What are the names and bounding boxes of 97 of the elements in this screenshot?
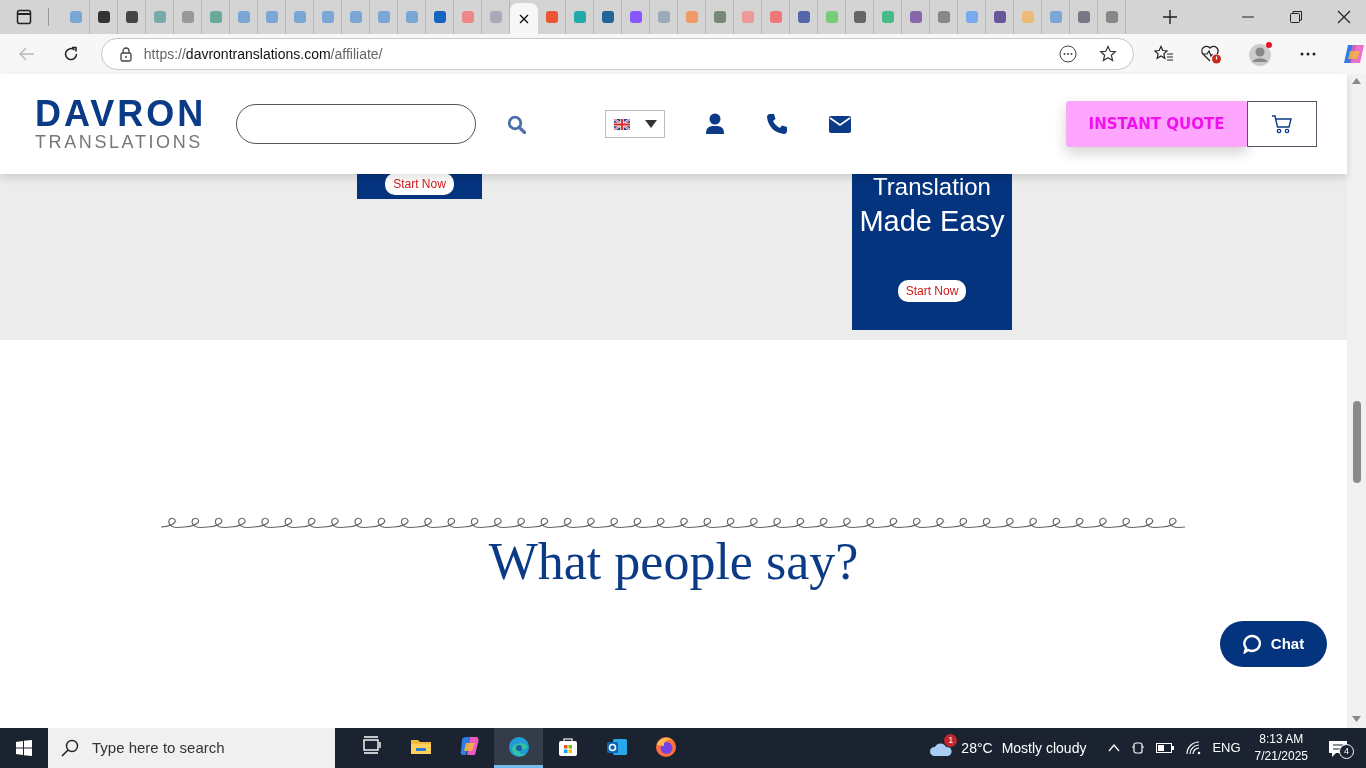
- site-favicon-icon: [208, 10, 223, 24]
- star-icon[interactable]: [1099, 45, 1117, 63]
- site-favicon-icon: [348, 10, 363, 24]
- site-favicon-icon: [936, 10, 951, 24]
- banner-text: Translation: [873, 172, 991, 202]
- favorites-icon[interactable]: [1154, 45, 1174, 63]
- new-tab-icon[interactable]: [1163, 10, 1177, 24]
- site-favicon-icon: [376, 10, 391, 24]
- battery-icon[interactable]: [1156, 743, 1175, 753]
- site-favicon-icon: [488, 10, 503, 24]
- search-icon: [61, 739, 79, 757]
- user-icon[interactable]: [705, 113, 726, 135]
- copilot-icon: [458, 735, 481, 758]
- browser-icon: [507, 735, 530, 758]
- site-favicon-icon: [320, 10, 335, 24]
- site-favicon-icon: [1076, 10, 1091, 24]
- site-favicon-icon: [992, 10, 1007, 24]
- banner-text: Made Easy: [859, 204, 1005, 239]
- envelope-icon[interactable]: [829, 115, 852, 133]
- promo-banner[interactable]: Start Now: [357, 174, 482, 199]
- scroll-down-icon[interactable]: [1352, 716, 1361, 722]
- site-favicon-icon: [404, 10, 419, 24]
- notification-count: 1: [944, 733, 958, 747]
- site-favicon-icon: [740, 10, 755, 24]
- promo-banner[interactable]: Translation Made Easy Start Now: [852, 174, 1012, 330]
- chevron-up-icon[interactable]: [1108, 744, 1121, 752]
- site-favicon-icon: [544, 10, 559, 24]
- site-favicon-icon: [1020, 10, 1035, 24]
- site-favicon-icon: [908, 10, 923, 24]
- caret-icon: [644, 119, 657, 129]
- lock-icon: [119, 46, 132, 62]
- site-favicon-icon: [768, 10, 783, 24]
- url-text: https://davrontranslations.com/affiliate/: [143, 44, 383, 64]
- panel-icon[interactable]: [16, 9, 32, 25]
- site-favicon-icon: [880, 10, 895, 24]
- store-bag-icon: [556, 735, 579, 758]
- start-now-button[interactable]: Start Now: [897, 280, 967, 302]
- site-favicon-icon: [180, 10, 195, 24]
- weather-temperature: 28°C: [961, 738, 993, 758]
- address-bar[interactable]: https://davrontranslations.com/affiliate/: [100, 38, 1134, 70]
- windows-logo-icon: [16, 740, 32, 756]
- start-now-button[interactable]: Start Now: [385, 173, 454, 195]
- section-heading: What people say?: [488, 532, 859, 592]
- language-dropdown[interactable]: [605, 110, 666, 138]
- clock-time[interactable]: 8:13 AM: [1259, 731, 1304, 748]
- site-favicon-icon: [572, 10, 587, 24]
- site-favicon-icon: [124, 10, 139, 24]
- back-arrow-icon: [18, 47, 35, 61]
- profile-avatar-icon[interactable]: [1248, 41, 1274, 67]
- site-favicon-icon: [152, 10, 167, 24]
- more-options-icon[interactable]: [1059, 45, 1077, 63]
- heart-pulse-icon[interactable]: [1200, 44, 1222, 64]
- taskbar-search-field[interactable]: Type here to search: [48, 728, 335, 768]
- speech-bubble-icon: [1242, 634, 1263, 655]
- weather-condition: Mostly cloudy: [1001, 738, 1087, 758]
- site-favicon-icon: [68, 10, 83, 24]
- more-icon[interactable]: [1300, 52, 1316, 56]
- site-favicon-icon: [1048, 10, 1063, 24]
- restore-icon[interactable]: [1289, 10, 1303, 24]
- wifi-icon[interactable]: [1186, 741, 1203, 755]
- site-favicon-icon: [292, 10, 307, 24]
- scrollbar-thumb[interactable]: [1352, 401, 1361, 483]
- phone-icon[interactable]: [766, 113, 789, 135]
- clock-date[interactable]: 7/21/2025: [1254, 748, 1308, 765]
- site-favicon-icon: [236, 10, 251, 24]
- site-favicon-icon: [1104, 10, 1119, 24]
- camera-icon[interactable]: [1132, 740, 1145, 756]
- site-favicon-icon: [628, 10, 643, 24]
- site-favicon-icon: [796, 10, 811, 24]
- site-favicon-icon: [824, 10, 839, 24]
- logo-subtitle[interactable]: TRANSLATIONS: [35, 132, 207, 152]
- site-favicon-icon: [684, 10, 699, 24]
- site-favicon-icon: [96, 10, 111, 24]
- flag-icon: [613, 118, 630, 130]
- logo-wordmark[interactable]: DAVRON: [35, 96, 207, 132]
- close-icon[interactable]: [519, 13, 529, 24]
- search-placeholder: Type here to search: [92, 737, 225, 758]
- site-favicon-icon: [656, 10, 671, 24]
- chat-button[interactable]: Chat: [1220, 621, 1327, 668]
- site-favicon-icon: [432, 10, 447, 24]
- site-favicon-icon: [964, 10, 979, 24]
- site-favicon-icon: [264, 10, 279, 24]
- language-indicator[interactable]: ENG: [1212, 738, 1241, 758]
- site-favicon-icon: [712, 10, 727, 24]
- site-favicon-icon: [600, 10, 615, 24]
- copilot-icon[interactable]: [1342, 43, 1366, 65]
- search-field[interactable]: [236, 104, 477, 144]
- close-icon[interactable]: [1337, 10, 1351, 24]
- cart-icon: [1271, 114, 1293, 134]
- cart-button[interactable]: [1247, 101, 1317, 147]
- scrollbar[interactable]: [1347, 74, 1366, 728]
- reload-icon: [62, 46, 79, 62]
- scroll-up-icon[interactable]: [1352, 78, 1361, 84]
- fox-browser-icon: [654, 735, 677, 758]
- search-icon[interactable]: [506, 114, 527, 134]
- site-favicon-icon: [460, 10, 475, 24]
- site-favicon-icon: [852, 10, 867, 24]
